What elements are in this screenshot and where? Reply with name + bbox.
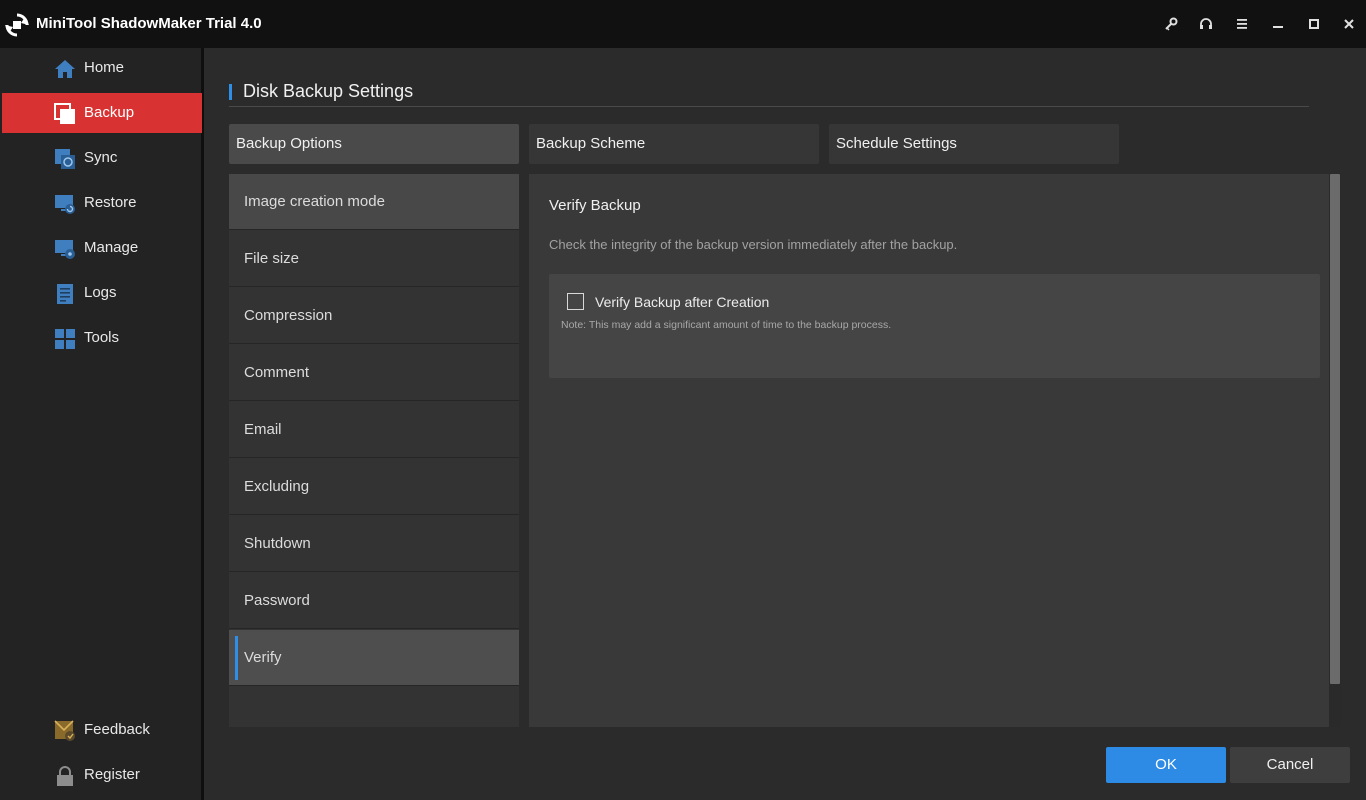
sidebar-item-label: Feedback (84, 721, 150, 738)
verify-after-creation-checkbox[interactable] (567, 293, 584, 310)
sidebar-item-manage[interactable]: Manage (2, 228, 202, 268)
sidebar-item-sync[interactable]: Sync (2, 138, 202, 178)
verify-title: Verify Backup (549, 197, 641, 214)
sidebar-item-feedback[interactable]: Feedback (2, 710, 202, 750)
manage-icon (55, 240, 75, 259)
minitool-logo-icon (5, 13, 29, 37)
page-header: Disk Backup Settings (229, 78, 1309, 107)
option-label: Password (244, 592, 310, 609)
option-shutdown[interactable]: Shutdown (229, 516, 519, 572)
app-title: MiniTool ShadowMaker Trial 4.0 (36, 15, 262, 32)
sidebar-item-home[interactable]: Home (2, 48, 202, 88)
options-list: Image creation mode File size Compressio… (229, 174, 519, 727)
scrollbar[interactable] (1329, 174, 1341, 727)
sidebar-item-label: Restore (84, 194, 137, 211)
title-bar: MiniTool ShadowMaker Trial 4.0 (0, 0, 1366, 48)
sidebar-item-backup[interactable]: Backup (2, 93, 202, 133)
headset-icon[interactable] (1195, 14, 1217, 34)
sidebar-item-restore[interactable]: Restore (2, 183, 202, 223)
sidebar-item-label: Manage (84, 239, 139, 256)
tab-backup-scheme[interactable]: Backup Scheme (529, 124, 819, 164)
option-label: Verify (244, 649, 282, 666)
option-label: Email (244, 421, 282, 438)
lock-icon (57, 766, 73, 786)
option-label: Comment (244, 364, 310, 381)
menu-icon[interactable] (1231, 14, 1253, 34)
option-label: Excluding (244, 478, 310, 495)
sidebar-item-label: Tools (84, 329, 120, 346)
sidebar-item-label: Backup (84, 104, 135, 121)
sidebar-item-label: Logs (84, 284, 117, 301)
logs-icon (57, 284, 73, 304)
verify-description: Check the integrity of the backup versio… (549, 237, 958, 252)
option-file-size[interactable]: File size (229, 231, 519, 287)
option-compression[interactable]: Compression (229, 288, 519, 344)
verify-option-box: Verify Backup after Creation Note: This … (549, 274, 1320, 378)
option-excluding[interactable]: Excluding (229, 459, 519, 515)
option-email[interactable]: Email (229, 402, 519, 458)
home-icon (55, 60, 75, 78)
maximize-icon[interactable] (1303, 14, 1325, 34)
key-icon[interactable] (1160, 14, 1182, 34)
tab-backup-options[interactable]: Backup Options (229, 124, 519, 164)
sidebar-item-label: Sync (84, 149, 118, 166)
sidebar: Home Backup Sync Restore Manage Logs Too… (0, 48, 204, 800)
sidebar-item-register[interactable]: Register (2, 755, 202, 795)
main-panel: Disk Backup Settings Backup Options Back… (204, 48, 1366, 800)
feedback-icon (54, 720, 75, 741)
option-label: Image creation mode (244, 193, 385, 210)
option-image-creation-mode[interactable]: Image creation mode (229, 174, 519, 230)
cancel-button[interactable]: Cancel (1230, 747, 1350, 783)
verify-note: Note: This may add a significant amount … (561, 319, 892, 331)
option-comment[interactable]: Comment (229, 345, 519, 401)
scrollbar-thumb[interactable] (1330, 174, 1340, 684)
sidebar-item-label: Home (84, 59, 125, 76)
page-title: Disk Backup Settings (243, 81, 414, 101)
minimize-icon[interactable] (1267, 14, 1289, 34)
backup-icon (54, 103, 75, 124)
option-verify[interactable]: Verify (229, 630, 519, 686)
option-label: File size (244, 250, 300, 267)
tab-schedule-settings[interactable]: Schedule Settings (829, 124, 1119, 164)
title-accent-bar (229, 84, 232, 100)
verify-settings-panel: Verify Backup Check the integrity of the… (529, 174, 1341, 727)
ok-button[interactable]: OK (1106, 747, 1226, 783)
sync-icon (55, 149, 75, 169)
tools-icon (55, 329, 75, 349)
sidebar-item-label: Register (84, 766, 140, 783)
option-password[interactable]: Password (229, 573, 519, 629)
close-icon[interactable] (1338, 14, 1360, 34)
verify-after-creation-label[interactable]: Verify Backup after Creation (595, 294, 769, 310)
restore-icon (55, 195, 75, 214)
option-label: Shutdown (244, 535, 311, 552)
selection-indicator (235, 636, 238, 680)
sidebar-item-tools[interactable]: Tools (2, 318, 202, 358)
sidebar-item-logs[interactable]: Logs (2, 273, 202, 313)
option-label: Compression (244, 307, 333, 324)
